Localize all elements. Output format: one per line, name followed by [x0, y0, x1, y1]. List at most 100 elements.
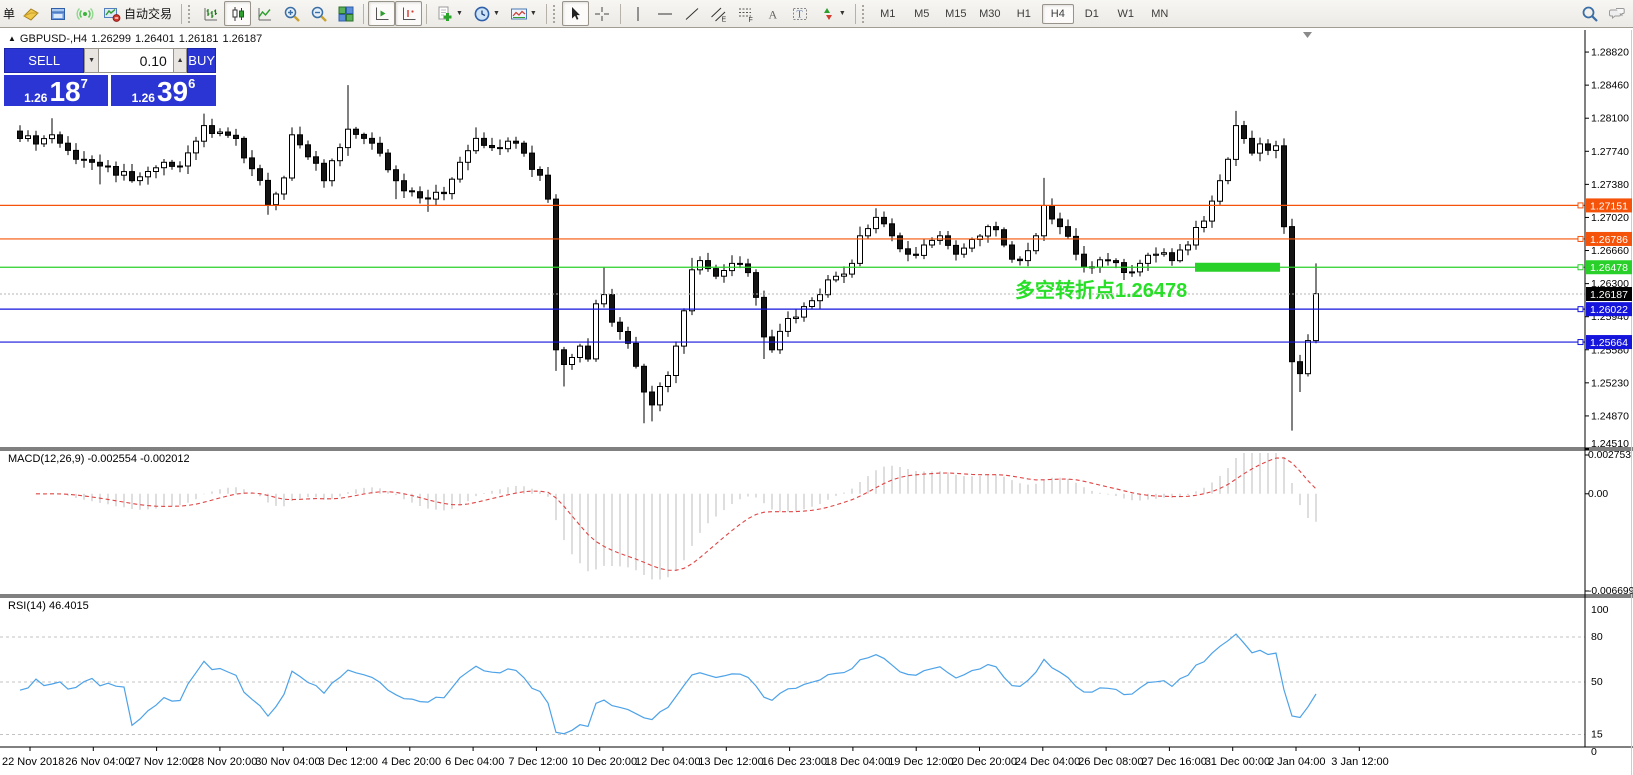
- crosshair-button[interactable]: [589, 1, 616, 26]
- thick-level-segment[interactable]: [1195, 263, 1280, 272]
- time-tick-label: 28 Nov 20:00: [192, 756, 257, 768]
- chart-shift-button[interactable]: [395, 1, 422, 26]
- buy-price-big: 39: [157, 79, 188, 105]
- level-price-label: 1.27151: [1590, 200, 1628, 212]
- autotrade-label: 自动交易: [124, 5, 172, 22]
- trendline-button[interactable]: [679, 1, 706, 26]
- cursor-button[interactable]: [562, 1, 589, 26]
- timeframe-H1[interactable]: H1: [1008, 4, 1040, 24]
- svg-text:A: A: [769, 7, 778, 21]
- tile-windows-button[interactable]: [332, 1, 359, 26]
- rsi-tick-label: 0: [1591, 746, 1597, 758]
- time-axis: 22 Nov 201826 Nov 04:0027 Nov 12:0028 No…: [2, 747, 1389, 768]
- terminal-icon: [49, 5, 67, 23]
- zoom-in-icon: [283, 5, 301, 23]
- svg-text:T: T: [797, 9, 803, 20]
- rsi-tick-label: 100: [1591, 604, 1609, 616]
- text-button[interactable]: A: [760, 1, 787, 26]
- chevron-down-icon: ▼: [456, 10, 463, 17]
- text-label-button[interactable]: T: [787, 1, 814, 26]
- autotrade-button[interactable]: 自动交易: [98, 1, 177, 26]
- chat-button[interactable]: [1603, 1, 1630, 26]
- time-tick-label: 12 Dec 04:00: [635, 756, 700, 768]
- turning-point-annotation[interactable]: 多空转折点1.26478: [1015, 278, 1187, 302]
- timeframe-H4[interactable]: H4: [1042, 4, 1074, 24]
- time-tick-label: 27 Dec 16:00: [1141, 756, 1206, 768]
- bar-chart-button[interactable]: [197, 1, 224, 26]
- toolbar-separator: [426, 4, 427, 24]
- ohlc-close: 1.26187: [222, 33, 262, 45]
- timeframe-M5[interactable]: M5: [906, 4, 938, 24]
- rsi-layer: [0, 634, 1585, 734]
- sell-price[interactable]: 1.26 18 7: [4, 75, 108, 106]
- level-endpoint-marker[interactable]: [1578, 203, 1583, 208]
- zoom-in-button[interactable]: [278, 1, 305, 26]
- time-tick-label: 4 Dec 20:00: [382, 756, 441, 768]
- new-order-label-partial[interactable]: 单: [3, 5, 15, 22]
- toolbar-drag-handle[interactable]: [553, 5, 558, 23]
- level-endpoint-marker[interactable]: [1578, 307, 1583, 312]
- line-chart-icon: [256, 5, 274, 23]
- indicators-button[interactable]: ▼: [431, 1, 468, 26]
- time-tick-label: 20 Dec 20:00: [952, 756, 1017, 768]
- time-tick-label: 31 Dec 00:00: [1205, 756, 1270, 768]
- vertical-line-button[interactable]: [625, 1, 652, 26]
- time-tick-label: 10 Dec 20:00: [572, 756, 637, 768]
- svg-text:E: E: [722, 16, 727, 23]
- chart-shift-marker[interactable]: [1303, 32, 1312, 38]
- periods-button[interactable]: ▼: [468, 1, 505, 26]
- templates-button[interactable]: ▼: [505, 1, 542, 26]
- trendline-icon: [683, 5, 701, 23]
- candles-layer: [18, 85, 1319, 431]
- line-chart-button[interactable]: [251, 1, 278, 26]
- sell-price-sup: 7: [81, 76, 88, 91]
- auto-scroll-button[interactable]: [368, 1, 395, 26]
- arrows-button[interactable]: ▼: [814, 1, 851, 26]
- timeframe-D1[interactable]: D1: [1076, 4, 1108, 24]
- timeframe-W1[interactable]: W1: [1110, 4, 1142, 24]
- timeframe-M15[interactable]: M15: [940, 4, 972, 24]
- toolbar-drag-handle[interactable]: [188, 5, 193, 23]
- volume-step-up[interactable]: ▲: [173, 48, 187, 73]
- chart-canvas[interactable]: 多空转折点1.264781.288201.284601.281001.27740…: [0, 0, 1633, 775]
- timeframe-M30[interactable]: M30: [974, 4, 1006, 24]
- volume-step-down[interactable]: ▼: [84, 48, 98, 73]
- price-tick-label: 1.26660: [1591, 245, 1629, 257]
- level-endpoint-marker[interactable]: [1578, 265, 1583, 270]
- timeframe-MN[interactable]: MN: [1144, 4, 1176, 24]
- signals-button[interactable]: [71, 1, 98, 26]
- timeframe-M1[interactable]: M1: [872, 4, 904, 24]
- periods-icon: [473, 5, 491, 23]
- new-order-button[interactable]: [17, 1, 44, 26]
- symbol-marker-icon: ▲: [8, 34, 16, 43]
- svg-text:F: F: [749, 17, 753, 23]
- sell-price-small: 1.26: [24, 91, 47, 105]
- horizontal-line-icon: [656, 5, 674, 23]
- candlestick-button[interactable]: [224, 1, 251, 26]
- search-button[interactable]: [1576, 1, 1603, 26]
- zoom-out-button[interactable]: [305, 1, 332, 26]
- price-tick-label: 1.27380: [1591, 179, 1629, 191]
- toolbar-separator: [855, 4, 856, 24]
- zoom-out-icon: [310, 5, 328, 23]
- level-endpoint-marker[interactable]: [1578, 340, 1583, 345]
- buy-button[interactable]: BUY: [187, 48, 216, 73]
- time-tick-label: 16 Dec 23:00: [762, 756, 827, 768]
- horizontal-line-button[interactable]: [652, 1, 679, 26]
- time-tick-label: 22 Nov 2018: [2, 756, 64, 768]
- buy-price[interactable]: 1.26 39 6: [111, 75, 216, 106]
- toolbar-drag-handle[interactable]: [862, 5, 867, 23]
- time-tick-label: 19 Dec 12:00: [888, 756, 953, 768]
- fibonacci-button[interactable]: F: [733, 1, 760, 26]
- candlestick-icon: [229, 5, 247, 23]
- time-tick-label: 7 Dec 12:00: [508, 756, 567, 768]
- time-tick-label: 13 Dec 12:00: [698, 756, 763, 768]
- equidistant-channel-button[interactable]: E: [706, 1, 733, 26]
- volume-input[interactable]: [99, 48, 173, 73]
- arrows-icon: [819, 5, 837, 23]
- sell-button[interactable]: SELL: [4, 48, 84, 73]
- cursor-icon: [566, 5, 584, 23]
- terminal-button[interactable]: [44, 1, 71, 26]
- level-endpoint-marker[interactable]: [1578, 236, 1583, 241]
- price-tick-label: 1.25230: [1591, 377, 1629, 389]
